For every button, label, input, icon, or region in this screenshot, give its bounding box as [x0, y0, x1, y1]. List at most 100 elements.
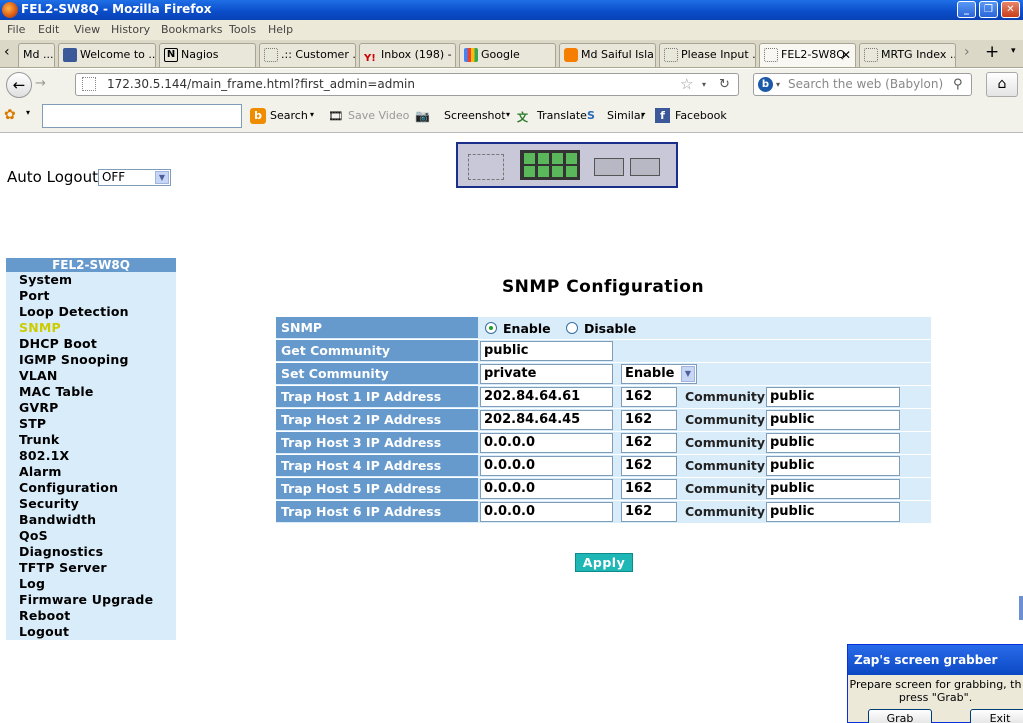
url-history-icon[interactable]: ▾: [702, 74, 706, 95]
apply-button[interactable]: Apply: [575, 553, 633, 572]
toolbar-search-button[interactable]: Search: [270, 109, 308, 122]
set-community-input[interactable]: private: [480, 364, 613, 384]
screenshot-dropdown-icon[interactable]: ▾: [506, 110, 510, 119]
sidebar-item-8021x[interactable]: 802.1X: [6, 448, 176, 464]
toolbar-search-input[interactable]: [42, 104, 242, 128]
toolbar-logo-icon[interactable]: ✿: [4, 107, 16, 123]
menu-view[interactable]: View: [74, 23, 100, 36]
close-window-button[interactable]: ✕: [1001, 1, 1020, 18]
tab-please-input[interactable]: Please Input ...: [659, 43, 756, 67]
site-identity-icon[interactable]: [82, 77, 96, 91]
babylon-icon[interactable]: b: [758, 77, 773, 92]
get-community-input[interactable]: public: [480, 341, 613, 361]
close-tab-icon[interactable]: ✕: [841, 44, 851, 66]
sidebar-item-log[interactable]: Log: [6, 576, 176, 592]
back-icon[interactable]: ←: [6, 72, 32, 98]
tab-mrtg[interactable]: MRTG Index ...: [859, 43, 956, 67]
facebook-button[interactable]: Facebook: [675, 109, 727, 122]
grab-button[interactable]: Grab: [868, 709, 932, 723]
trap-host-ip-input[interactable]: 0.0.0.0: [480, 456, 613, 476]
bookmark-star-icon[interactable]: ☆: [680, 74, 693, 95]
sidebar-item-mac-table[interactable]: MAC Table: [6, 384, 176, 400]
radio-unselected-icon[interactable]: [566, 322, 578, 334]
sidebar-item-vlan[interactable]: VLAN: [6, 368, 176, 384]
trap-host-port-input[interactable]: 162: [621, 433, 677, 453]
radio-selected-icon[interactable]: [485, 322, 497, 334]
trap-host-port-input[interactable]: 162: [621, 479, 677, 499]
search-engine-dropdown-icon[interactable]: ▾: [776, 74, 780, 95]
trap-host-community-input[interactable]: public: [766, 479, 900, 499]
sidebar-item-snmp[interactable]: SNMP: [6, 320, 176, 336]
trap-host-port-input[interactable]: 162: [621, 387, 677, 407]
snmp-disable-option[interactable]: Disable: [566, 321, 636, 336]
sidebar-item-configuration[interactable]: Configuration: [6, 480, 176, 496]
tab-scroll-right-icon[interactable]: ›: [964, 44, 970, 60]
sidebar-item-qos[interactable]: QoS: [6, 528, 176, 544]
sidebar-item-bandwidth[interactable]: Bandwidth: [6, 512, 176, 528]
sidebar-item-loop-detection[interactable]: Loop Detection: [6, 304, 176, 320]
menu-tools[interactable]: Tools: [229, 23, 256, 36]
trap-host-ip-input[interactable]: 0.0.0.0: [480, 502, 613, 522]
sidebar-item-reboot[interactable]: Reboot: [6, 608, 176, 624]
sidebar-item-port[interactable]: Port: [6, 288, 176, 304]
similar-button[interactable]: Similar: [607, 109, 645, 122]
trap-host-community-input[interactable]: public: [766, 387, 900, 407]
tab-customer[interactable]: .:: Customer ...: [259, 43, 356, 67]
new-tab-icon[interactable]: +: [985, 42, 999, 62]
address-bar[interactable]: 172.30.5.144/main_frame.html?first_admin…: [75, 73, 739, 96]
sidebar-item-logout[interactable]: Logout: [6, 624, 176, 640]
trap-host-community-input[interactable]: public: [766, 410, 900, 430]
sidebar-item-dhcp-boot[interactable]: DHCP Boot: [6, 336, 176, 352]
sidebar-item-alarm[interactable]: Alarm: [6, 464, 176, 480]
trap-host-community-input[interactable]: public: [766, 456, 900, 476]
tab-list-icon[interactable]: ▾: [1011, 46, 1016, 56]
sidebar-item-firmware-upgrade[interactable]: Firmware Upgrade: [6, 592, 176, 608]
translate-button[interactable]: Translate: [537, 109, 587, 122]
auto-logout-select[interactable]: OFF ▼: [97, 169, 171, 186]
search-icon[interactable]: ⚲: [953, 74, 963, 95]
menu-edit[interactable]: Edit: [38, 23, 59, 36]
tab-scroll-left-icon[interactable]: ‹: [4, 44, 10, 60]
sidebar-item-gvrp[interactable]: GVRP: [6, 400, 176, 416]
tab-fel2-sw8q[interactable]: FEL2-SW8Q ✕: [759, 43, 856, 67]
trap-host-ip-input[interactable]: 0.0.0.0: [480, 433, 613, 453]
snmp-enable-option[interactable]: Enable: [485, 321, 551, 336]
reload-icon[interactable]: ↻: [719, 74, 730, 95]
sidebar-item-system[interactable]: System: [6, 272, 176, 288]
trap-host-ip-input[interactable]: 0.0.0.0: [480, 479, 613, 499]
home-icon[interactable]: ⌂: [986, 72, 1018, 97]
trap-host-ip-input[interactable]: 202.84.64.45: [480, 410, 613, 430]
menu-help[interactable]: Help: [268, 23, 293, 36]
maximize-button[interactable]: ❐: [979, 1, 998, 18]
save-video-button[interactable]: Save Video: [348, 109, 409, 122]
sidebar-item-diagnostics[interactable]: Diagnostics: [6, 544, 176, 560]
menu-history[interactable]: History: [111, 23, 150, 36]
sidebar-item-stp[interactable]: STP: [6, 416, 176, 432]
set-community-mode-select[interactable]: Enable ▼: [621, 364, 697, 384]
web-search-box[interactable]: b ▾ Search the web (Babylon) ⚲: [753, 73, 972, 96]
trap-host-community-input[interactable]: public: [766, 433, 900, 453]
menu-bookmarks[interactable]: Bookmarks: [161, 23, 222, 36]
trap-host-community-input[interactable]: public: [766, 502, 900, 522]
tab-inbox[interactable]: Y!Inbox (198) - ...: [359, 43, 456, 67]
menu-file[interactable]: File: [7, 23, 25, 36]
sidebar-item-trunk[interactable]: Trunk: [6, 432, 176, 448]
toolbar-search-dropdown-icon[interactable]: ▾: [310, 110, 314, 119]
trap-host-port-input[interactable]: 162: [621, 456, 677, 476]
minimize-button[interactable]: _: [957, 1, 976, 18]
tab-google[interactable]: Google: [459, 43, 556, 67]
sidebar-item-igmp-snooping[interactable]: IGMP Snooping: [6, 352, 176, 368]
tab-welcome[interactable]: Welcome to ...: [58, 43, 156, 67]
trap-host-port-input[interactable]: 162: [621, 502, 677, 522]
sidebar-item-tftp-server[interactable]: TFTP Server: [6, 560, 176, 576]
toolbar-logo-dropdown-icon[interactable]: ▾: [26, 108, 30, 117]
screenshot-button[interactable]: Screenshot: [444, 109, 506, 122]
similar-dropdown-icon[interactable]: ▾: [641, 110, 645, 119]
forward-icon[interactable]: →: [35, 76, 46, 91]
tab-nagios[interactable]: N Nagios: [159, 43, 256, 67]
trap-host-port-input[interactable]: 162: [621, 410, 677, 430]
exit-button[interactable]: Exit: [970, 709, 1023, 723]
trap-host-ip-input[interactable]: 202.84.64.61: [480, 387, 613, 407]
tab-md-saiful[interactable]: Md Saiful Isla...: [559, 43, 656, 67]
scrollbar-thumb[interactable]: [1019, 596, 1023, 620]
